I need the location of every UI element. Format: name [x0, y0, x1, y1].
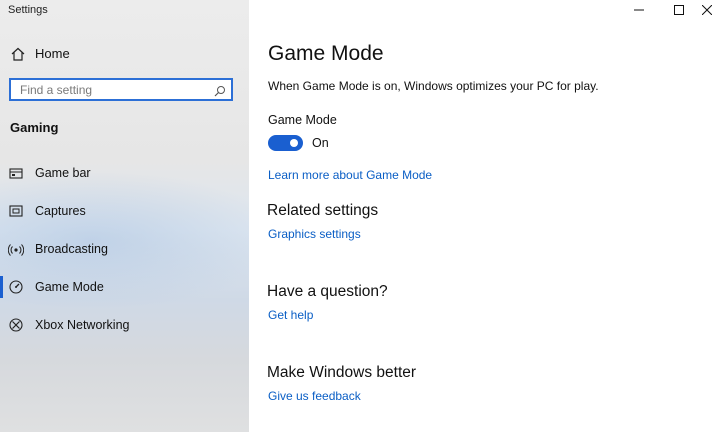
- game-mode-toggle[interactable]: [268, 135, 303, 151]
- learn-more-link[interactable]: Learn more about Game Mode: [268, 168, 432, 182]
- sidebar-item-game-mode[interactable]: Game Mode: [0, 272, 249, 302]
- game-mode-icon: [8, 279, 24, 295]
- search-icon[interactable]: [214, 84, 226, 97]
- home-nav-item[interactable]: Home: [0, 40, 249, 68]
- game-mode-toggle-label: Game Mode: [268, 113, 337, 127]
- captures-icon: [8, 203, 24, 219]
- game-bar-icon: [8, 165, 24, 181]
- sidebar-item-label: Game Mode: [35, 280, 104, 294]
- maximize-icon: [674, 5, 684, 15]
- minimize-icon: [634, 9, 644, 11]
- related-settings-heading: Related settings: [267, 202, 379, 219]
- search-placeholder: Find a setting: [20, 83, 93, 97]
- toggle-knob: [290, 139, 298, 147]
- sidebar-item-xbox-networking[interactable]: Xbox Networking: [0, 310, 249, 340]
- search-input[interactable]: Find a setting: [9, 78, 233, 101]
- sidebar-item-label: Broadcasting: [35, 242, 108, 256]
- sidebar-item-label: Captures: [35, 204, 86, 218]
- home-icon: [10, 46, 26, 62]
- main-content: Game Mode When Game Mode is on, Windows …: [249, 0, 725, 432]
- minimize-button[interactable]: [621, 0, 657, 20]
- question-heading: Have a question?: [267, 283, 388, 300]
- section-title: Gaming: [10, 120, 59, 135]
- sidebar-item-broadcasting[interactable]: Broadcasting: [0, 234, 249, 264]
- sidebar: Settings Home Find a setting Gaming Game…: [0, 0, 249, 432]
- sidebar-item-captures[interactable]: Captures: [0, 196, 249, 226]
- close-button[interactable]: [689, 0, 725, 20]
- get-help-link[interactable]: Get help: [268, 308, 313, 322]
- page-title: Game Mode: [268, 42, 384, 65]
- close-icon: [702, 5, 712, 15]
- xbox-icon: [8, 317, 24, 333]
- broadcasting-icon: [7, 241, 25, 257]
- sidebar-item-game-bar[interactable]: Game bar: [0, 158, 249, 188]
- page-description: When Game Mode is on, Windows optimizes …: [268, 79, 599, 93]
- sidebar-item-label: Game bar: [35, 166, 91, 180]
- toggle-state-text: On: [312, 136, 329, 150]
- active-indicator: [0, 276, 3, 298]
- sidebar-item-label: Xbox Networking: [35, 318, 130, 332]
- app-title: Settings: [8, 4, 48, 16]
- give-feedback-link[interactable]: Give us feedback: [268, 389, 361, 403]
- feedback-heading: Make Windows better: [267, 364, 417, 381]
- home-label: Home: [35, 46, 70, 61]
- graphics-settings-link[interactable]: Graphics settings: [268, 227, 361, 241]
